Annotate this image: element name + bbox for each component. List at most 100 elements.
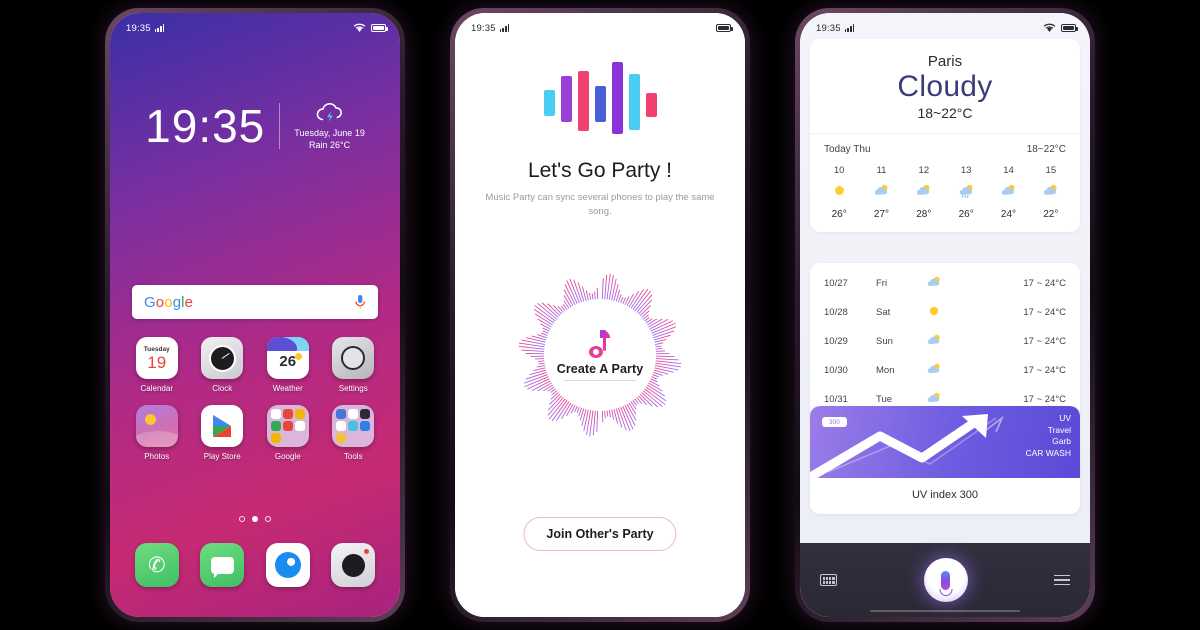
uv-label: Garb: [1052, 436, 1071, 447]
signal-bars-icon: [844, 24, 855, 32]
microphone-icon[interactable]: [354, 294, 366, 310]
phone3-screen: 19:35 Paris Cloudy 18~22°C Today Thu 18~…: [800, 13, 1090, 617]
forecast-icon-wrap: [926, 303, 996, 322]
page-dot[interactable]: [239, 516, 245, 522]
equalizer-bar: [577, 71, 589, 131]
today-row: Today Thu 18~22°C: [810, 132, 1080, 161]
dock: ✆: [124, 543, 386, 587]
folder-icon: [266, 405, 309, 447]
app-label: Calendar: [140, 384, 173, 393]
app-calendar[interactable]: Tuesday 19 Calendar: [124, 337, 190, 393]
forecast-icon-wrap: [926, 361, 996, 380]
forecast-day: Fri: [876, 278, 888, 289]
hourly-forecast: 10 26° 11 27° 12 28° 13 26° 14 24° 15 22°: [810, 161, 1080, 232]
app-play-store[interactable]: Play Store: [190, 405, 256, 461]
city-name: Paris: [927, 53, 963, 70]
message-bubble-icon: [200, 543, 245, 587]
page-dot-active[interactable]: [252, 516, 258, 522]
app-folder-tools[interactable]: Tools: [321, 405, 387, 461]
dock-phone[interactable]: ✆: [124, 543, 190, 587]
create-party-button[interactable]: Create A Party: [505, 271, 695, 439]
app-label: Tools: [343, 452, 363, 461]
create-party-core[interactable]: Create A Party: [548, 303, 652, 407]
lock-weather: Tuesday, June 19 Rain 26°C: [294, 101, 365, 150]
daily-forecast-row[interactable]: 10/27 Fri 17 ~ 24°C: [810, 269, 1080, 298]
daily-forecast-row[interactable]: 10/30 Mon 17 ~ 24°C: [810, 356, 1080, 385]
forecast-day: Sat: [876, 307, 891, 318]
wifi-icon: [353, 23, 366, 32]
forecast-date: 10/30: [824, 365, 848, 376]
page-indicator[interactable]: [110, 516, 400, 522]
dock-messages[interactable]: [190, 543, 256, 587]
signal-bars-icon: [154, 24, 165, 32]
app-photos[interactable]: Photos: [124, 405, 190, 461]
battery-icon: [371, 24, 388, 32]
phone-device-music-party: 19:35 Let's Go Party ! Music Party can s…: [450, 8, 750, 622]
hour-label: 15: [1045, 164, 1057, 176]
forecast-date: 10/29: [824, 336, 848, 347]
lock-date: Tuesday, June 19: [294, 128, 365, 138]
assistant-microphone-icon[interactable]: [923, 558, 968, 602]
calendar-day-name: Tuesday: [143, 345, 170, 353]
uv-label: CAR WASH: [1025, 448, 1072, 459]
app-folder-google[interactable]: Google: [255, 405, 321, 461]
forecast-temp: 17 ~ 24°C: [1023, 336, 1066, 347]
status-right: [353, 23, 388, 33]
equalizer-bar: [645, 93, 657, 117]
weather-icon: 26: [266, 337, 309, 379]
app-label: Google: [274, 452, 301, 461]
app-clock[interactable]: Clock: [190, 337, 256, 393]
party-subtitle: Music Party can sync several phones to p…: [485, 192, 715, 217]
hour-temp: 22°: [1043, 208, 1059, 220]
phone-device-weather: 19:35 Paris Cloudy 18~22°C Today Thu 18~…: [795, 8, 1095, 622]
partly-cloudy-icon: [1044, 184, 1057, 195]
forecast-temp: 17 ~ 24°C: [1023, 394, 1066, 405]
hour-temp: 26°: [831, 208, 847, 220]
screenshot-stage: 19:35 19:35 Tuesday, June 19 Rain 26°C G…: [0, 0, 1200, 630]
app-weather[interactable]: 26 Weather: [255, 337, 321, 393]
equalizer-bar: [560, 76, 572, 122]
forecast-icon-wrap: [926, 332, 996, 351]
dock-camera[interactable]: [321, 543, 387, 587]
hourly-item: 12 28°: [903, 165, 945, 220]
app-settings[interactable]: Settings: [321, 337, 387, 393]
partly-cloudy-icon: [927, 363, 940, 374]
google-search-bar[interactable]: Google: [132, 285, 378, 319]
menu-icon[interactable]: [1054, 574, 1070, 586]
partly-cloudy-icon: [917, 184, 930, 195]
daily-forecast-row[interactable]: 10/28 Sat 17 ~ 24°C: [810, 298, 1080, 327]
home-screen: 19:35 19:35 Tuesday, June 19 Rain 26°C G…: [110, 13, 400, 617]
battery-icon: [1061, 24, 1078, 32]
calendar-day-number: 19: [147, 352, 167, 372]
hour-label: 10: [833, 164, 845, 176]
hourly-item: 15 22°: [1030, 165, 1072, 220]
browser-icon: [265, 543, 310, 587]
app-label: Clock: [212, 384, 233, 393]
dock-browser[interactable]: [255, 543, 321, 587]
status-time: 19:35: [126, 22, 151, 34]
uv-banner-labels: UV Travel Garb CAR WASH: [1026, 413, 1072, 460]
signal-bars-icon: [499, 24, 510, 32]
photos-icon: [135, 405, 178, 447]
home-indicator[interactable]: [870, 609, 1020, 612]
app-grid: Tuesday 19 Calendar Clock 26 Weather Set…: [124, 337, 386, 461]
uv-card[interactable]: 300 UV Travel Garb CAR WASH UV index 300: [810, 406, 1080, 514]
hourly-item: 10 26°: [818, 165, 860, 220]
forecast-day: Mon: [876, 365, 895, 376]
sun-icon: [929, 306, 939, 316]
hour-label: 11: [876, 164, 887, 176]
page-dot[interactable]: [265, 516, 271, 522]
forecast-day: Sun: [876, 336, 893, 347]
lock-condition: Rain 26°C: [308, 140, 351, 150]
clock-divider: [279, 102, 281, 149]
daily-forecast-row[interactable]: 10/29 Sun 17 ~ 24°C: [810, 327, 1080, 356]
daily-forecast-card: 10/27 Fri 17 ~ 24°C 10/28 Sat 17 ~ 24°C 10/29 S…: [810, 263, 1080, 422]
keyboard-icon[interactable]: [820, 574, 837, 586]
today-range: 18~22°C: [1026, 143, 1066, 155]
app-label: Settings: [338, 384, 368, 393]
join-party-button[interactable]: Join Other's Party: [523, 517, 677, 551]
calendar-icon: Tuesday 19: [135, 337, 178, 379]
create-party-underline: [564, 379, 636, 381]
hourly-item: 14 24°: [987, 165, 1029, 220]
navigation-bar: [800, 543, 1090, 617]
